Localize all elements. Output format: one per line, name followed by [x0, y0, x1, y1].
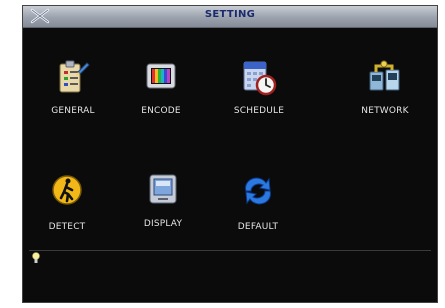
schedule-icon [243, 61, 277, 96]
menu-item-label: DETECT [48, 222, 86, 232]
menu-item-label: NETWORK [361, 106, 409, 116]
menu-item-label: GENERAL [51, 106, 95, 116]
menu-item-label: DISPLAY [143, 219, 183, 229]
default-icon [245, 177, 271, 205]
general-icon [59, 60, 90, 93]
network-icon [369, 60, 400, 91]
menu-item-label: DEFAULT [237, 222, 279, 232]
menu-item-general[interactable]: GENERAL [33, 58, 113, 128]
title-bar: SETTING [23, 6, 437, 28]
detect-icon [52, 175, 82, 205]
menu-item-display[interactable]: DISPLAY [123, 171, 203, 241]
encode-icon [146, 63, 176, 89]
setting-dialog: SETTING GENERAL ENCODE SCHEDULE NETWORK … [22, 5, 438, 303]
menu-item-default[interactable]: DEFAULT [218, 174, 298, 244]
menu-item-encode[interactable]: ENCODE [121, 58, 201, 128]
menu-item-detect[interactable]: DETECT [27, 174, 107, 244]
display-icon [149, 174, 177, 204]
menu-item-schedule[interactable]: SCHEDULE [219, 58, 299, 128]
menu-item-label: SCHEDULE [233, 106, 285, 116]
menu-item-network[interactable]: NETWORK [345, 58, 425, 128]
menu-item-label: ENCODE [141, 106, 181, 116]
window-title: SETTING [204, 9, 256, 20]
bulb-icon [32, 252, 40, 263]
divider [29, 250, 431, 251]
